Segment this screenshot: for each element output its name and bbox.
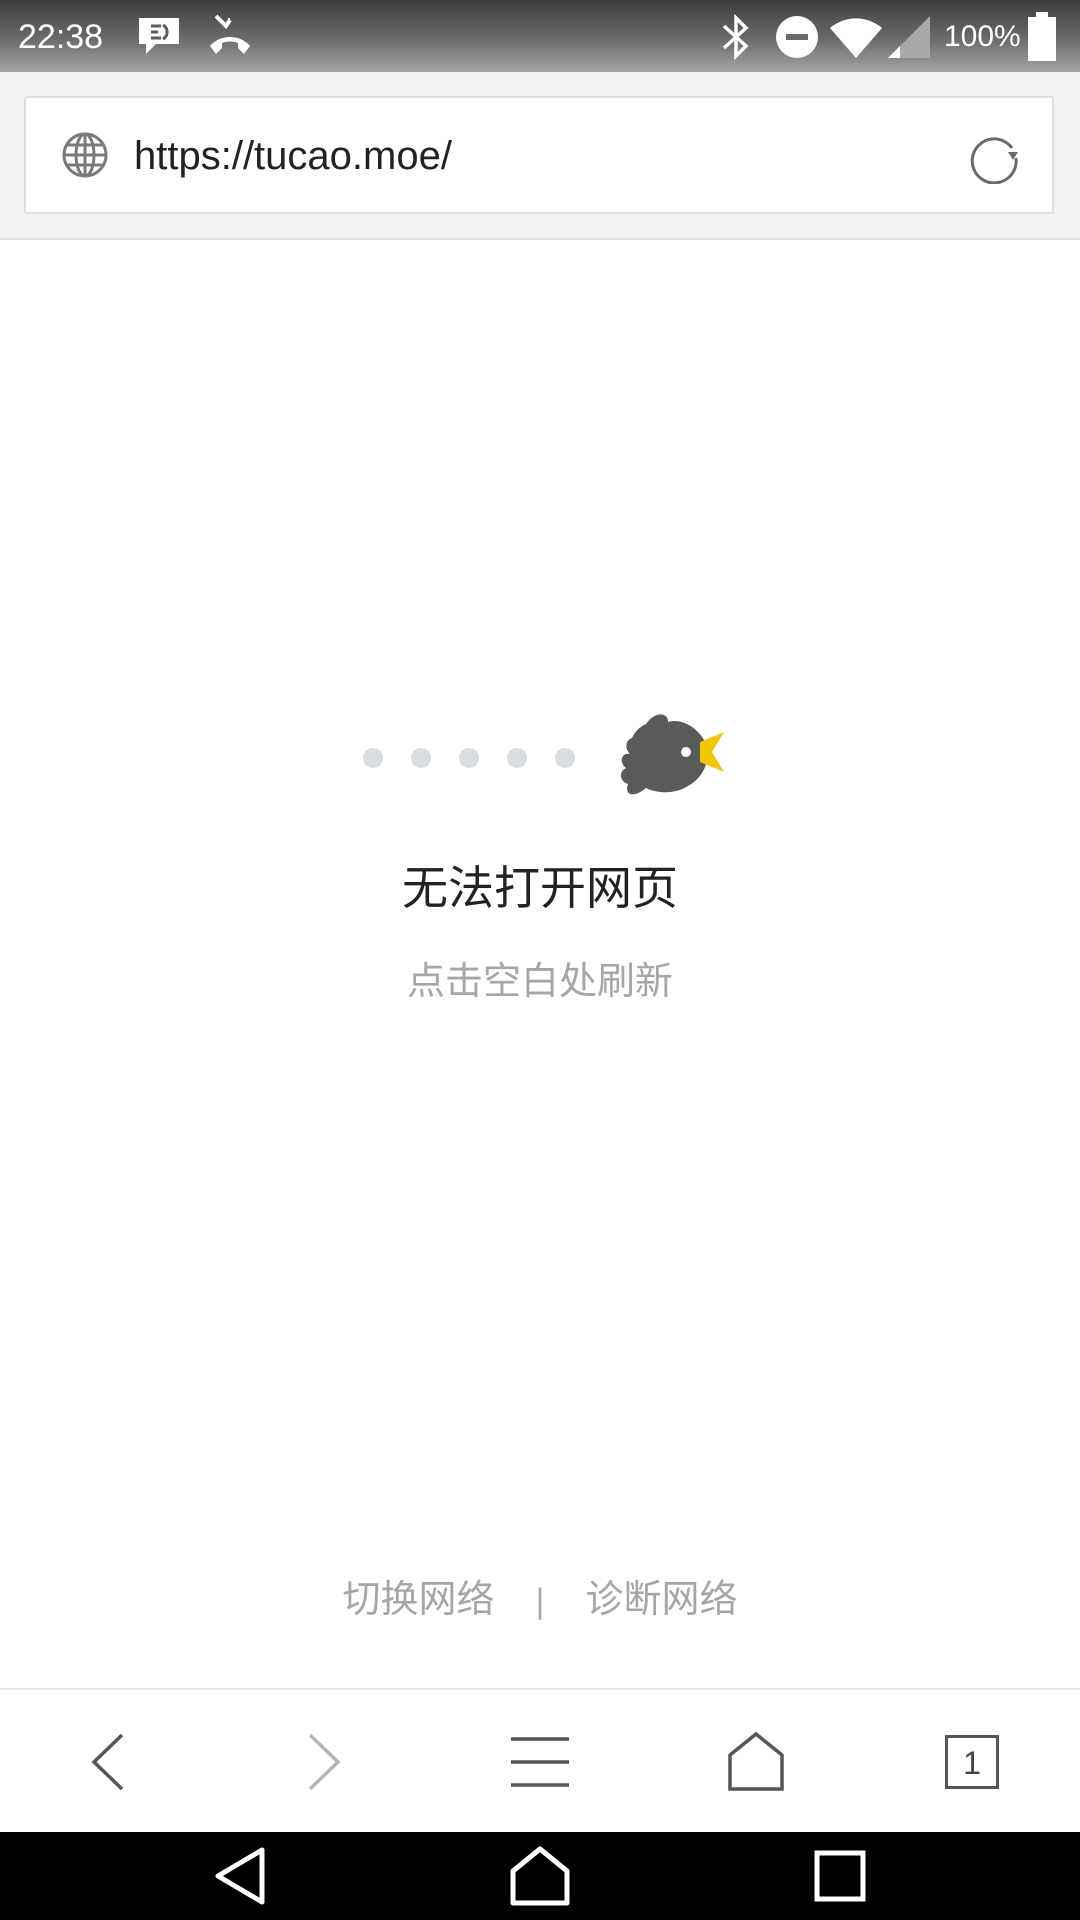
cell-signal-icon	[886, 14, 932, 64]
message-notification-icon	[136, 14, 182, 62]
loading-dot	[555, 748, 575, 768]
do-not-disturb-icon	[774, 14, 820, 64]
system-back-icon	[215, 1847, 265, 1905]
loading-dot	[459, 748, 479, 768]
system-recents-icon	[814, 1850, 866, 1902]
wifi-icon	[828, 14, 884, 64]
network-links: 切换网络 | 诊断网络	[0, 1568, 1080, 1623]
status-bar: 22:38 100%	[0, 0, 1080, 72]
error-title: 无法打开网页	[402, 861, 678, 915]
globe-icon	[62, 132, 108, 182]
link-separator: |	[534, 1582, 546, 1620]
switch-network-link[interactable]: 切换网络	[343, 1568, 495, 1623]
browser-toolbar: https://tucao.moe/	[0, 72, 1080, 240]
system-nav-bar	[0, 1832, 1080, 1920]
back-button[interactable]	[0, 1690, 216, 1834]
diagnose-network-link[interactable]: 诊断网络	[585, 1568, 737, 1623]
url-text[interactable]: https://tucao.moe/	[134, 98, 452, 212]
forward-icon	[308, 1733, 341, 1791]
address-bar[interactable]: https://tucao.moe/	[24, 96, 1054, 214]
tabs-button[interactable]: 1	[864, 1690, 1080, 1834]
reload-icon[interactable]	[966, 128, 1022, 188]
tabs-icon: 1	[945, 1735, 999, 1789]
bird-icon	[616, 712, 726, 804]
system-home-button[interactable]	[470, 1832, 610, 1920]
missed-call-icon	[206, 14, 254, 62]
battery-percent: 100%	[944, 20, 1021, 53]
home-icon	[728, 1731, 784, 1791]
home-button[interactable]	[648, 1690, 864, 1834]
system-back-button[interactable]	[170, 1832, 310, 1920]
menu-button[interactable]	[432, 1690, 648, 1834]
bluetooth-icon	[718, 13, 754, 64]
error-subtitle: 点击空白处刷新	[406, 959, 673, 1003]
battery-icon	[1026, 12, 1058, 66]
system-home-icon	[510, 1846, 570, 1906]
forward-button[interactable]	[216, 1690, 432, 1834]
system-recents-button[interactable]	[770, 1832, 910, 1920]
status-time: 22:38	[18, 18, 104, 56]
loading-dot	[363, 748, 383, 768]
back-icon	[91, 1733, 124, 1791]
menu-icon	[511, 1737, 569, 1787]
loading-dot	[411, 748, 431, 768]
loading-dot	[507, 748, 527, 768]
browser-bottom-nav: 1	[0, 1688, 1080, 1834]
